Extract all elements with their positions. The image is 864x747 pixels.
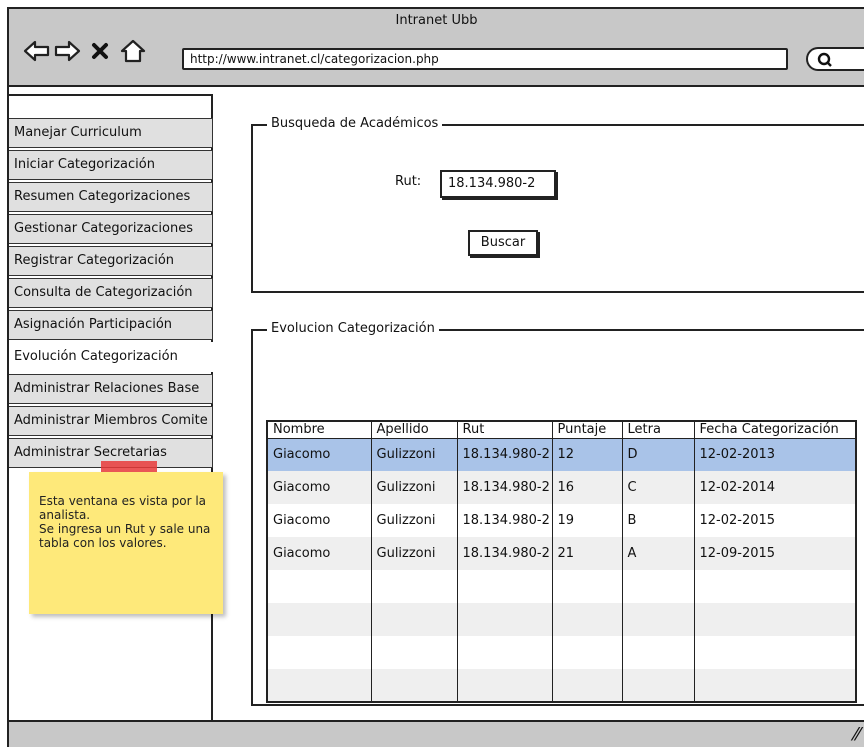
table-row-empty[interactable]: [266, 603, 856, 636]
sidebar-item-resumen-categorizaciones[interactable]: Resumen Categorizaciones: [9, 182, 213, 212]
sidebar-item-consulta-categorizacion[interactable]: Consulta de Categorización: [9, 278, 213, 308]
cell-letra: A: [621, 537, 694, 570]
sidebar-menu: Manejar Curriculum Iniciar Categorizació…: [9, 118, 213, 470]
cell-puntaje: 12: [551, 438, 622, 471]
column-header-fecha[interactable]: Fecha Categorización: [693, 421, 856, 439]
cell-letra: C: [621, 471, 694, 504]
cell-puntaje: 21: [551, 537, 622, 570]
buscar-button[interactable]: Buscar: [468, 230, 538, 256]
home-icon[interactable]: [119, 39, 147, 63]
sidebar-item-manejar-curriculum[interactable]: Manejar Curriculum: [9, 118, 213, 148]
search-panel: Busqueda de Académicos Rut: 18.134.980-2…: [251, 116, 864, 293]
cell-rut: 18.134.980-2: [456, 438, 552, 471]
cell-apellido: Gulizzoni: [370, 438, 457, 471]
sidebar-item-asignacion-participacion[interactable]: Asignación Participación: [9, 310, 213, 340]
cell-letra: D: [621, 438, 694, 471]
table-row-empty[interactable]: [266, 669, 856, 702]
cell-nombre: Giacomo: [266, 438, 371, 471]
sidebar: Manejar Curriculum Iniciar Categorizació…: [9, 94, 213, 720]
sidebar-item-evolucion-categorizacion[interactable]: Evolución Categorización: [9, 342, 213, 372]
cell-puntaje: 19: [551, 504, 622, 537]
cell-fecha: 12-02-2015: [693, 504, 856, 537]
search-panel-legend: Busqueda de Académicos: [267, 116, 443, 131]
table-row[interactable]: Giacomo Gulizzoni 18.134.980-2 21 A 12-0…: [266, 537, 856, 570]
sticky-note-text-2: Se ingresa un Rut y sale una tabla con l…: [39, 522, 211, 550]
table-row-empty[interactable]: [266, 636, 856, 669]
cell-fecha: 12-02-2013: [693, 438, 856, 471]
address-bar[interactable]: http://www.intranet.cl/categorizacion.ph…: [182, 48, 788, 70]
cell-apellido: Gulizzoni: [370, 471, 457, 504]
cell-nombre: Giacomo: [266, 471, 371, 504]
table-row[interactable]: Giacomo Gulizzoni 18.134.980-2 19 B 12-0…: [266, 504, 856, 537]
cell-nombre: Giacomo: [266, 504, 371, 537]
cell-apellido: Gulizzoni: [370, 537, 457, 570]
window-title: Intranet Ubb: [395, 13, 478, 28]
rut-label: Rut:: [395, 174, 422, 189]
sidebar-item-gestionar-categorizaciones[interactable]: Gestionar Categorizaciones: [9, 214, 213, 244]
cell-rut: 18.134.980-2: [456, 504, 552, 537]
cell-fecha: 12-09-2015: [693, 537, 856, 570]
column-header-puntaje[interactable]: Puntaje: [551, 421, 622, 439]
table-row-empty[interactable]: [266, 570, 856, 603]
resize-grip-icon[interactable]: ⁄⁄: [854, 724, 860, 745]
browser-search-field[interactable]: [806, 47, 864, 71]
back-arrow-icon[interactable]: [23, 39, 51, 63]
cell-puntaje: 16: [551, 471, 622, 504]
close-icon[interactable]: [90, 39, 110, 63]
cell-letra: B: [621, 504, 694, 537]
results-table: Nombre Apellido Rut Puntaje Letra Fecha …: [266, 420, 857, 703]
cell-rut: 18.134.980-2: [456, 537, 552, 570]
sidebar-item-administrar-miembros-comite[interactable]: Administrar Miembros Comite: [9, 406, 213, 436]
forward-arrow-icon[interactable]: [53, 39, 81, 63]
status-bar: ⁄⁄: [7, 720, 864, 747]
cell-rut: 18.134.980-2: [456, 471, 552, 504]
sidebar-item-registrar-categorizacion[interactable]: Registrar Categorización: [9, 246, 213, 276]
table-header-row: Nombre Apellido Rut Puntaje Letra Fecha …: [266, 421, 856, 439]
sidebar-item-iniciar-categorizacion[interactable]: Iniciar Categorización: [9, 150, 213, 180]
table-row[interactable]: Giacomo Gulizzoni 18.134.980-2 16 C 12-0…: [266, 471, 856, 504]
column-header-rut[interactable]: Rut: [456, 421, 552, 439]
results-panel-legend: Evolucion Categorización: [267, 321, 439, 336]
page-viewport: Manejar Curriculum Iniciar Categorizació…: [7, 87, 864, 720]
results-panel: Evolucion Categorización Nombre Apellido…: [251, 321, 864, 706]
sticky-note-text-1: Esta ventana es vista por la analista.: [39, 494, 207, 522]
column-header-nombre[interactable]: Nombre: [266, 421, 371, 439]
table-row[interactable]: Giacomo Gulizzoni 18.134.980-2 12 D 12-0…: [266, 438, 856, 471]
sidebar-item-administrar-relaciones-base[interactable]: Administrar Relaciones Base: [9, 374, 213, 404]
cell-apellido: Gulizzoni: [370, 504, 457, 537]
column-header-letra[interactable]: Letra: [621, 421, 694, 439]
browser-toolbar: Intranet Ubb http://www.intranet.cl/cate…: [7, 7, 864, 87]
column-header-apellido[interactable]: Apellido: [370, 421, 457, 439]
search-icon: [817, 52, 832, 67]
rut-input[interactable]: 18.134.980-2: [440, 170, 556, 198]
cell-nombre: Giacomo: [266, 537, 371, 570]
sticky-note: Esta ventana es vista por la analista. S…: [29, 472, 223, 614]
cell-fecha: 12-02-2014: [693, 471, 856, 504]
